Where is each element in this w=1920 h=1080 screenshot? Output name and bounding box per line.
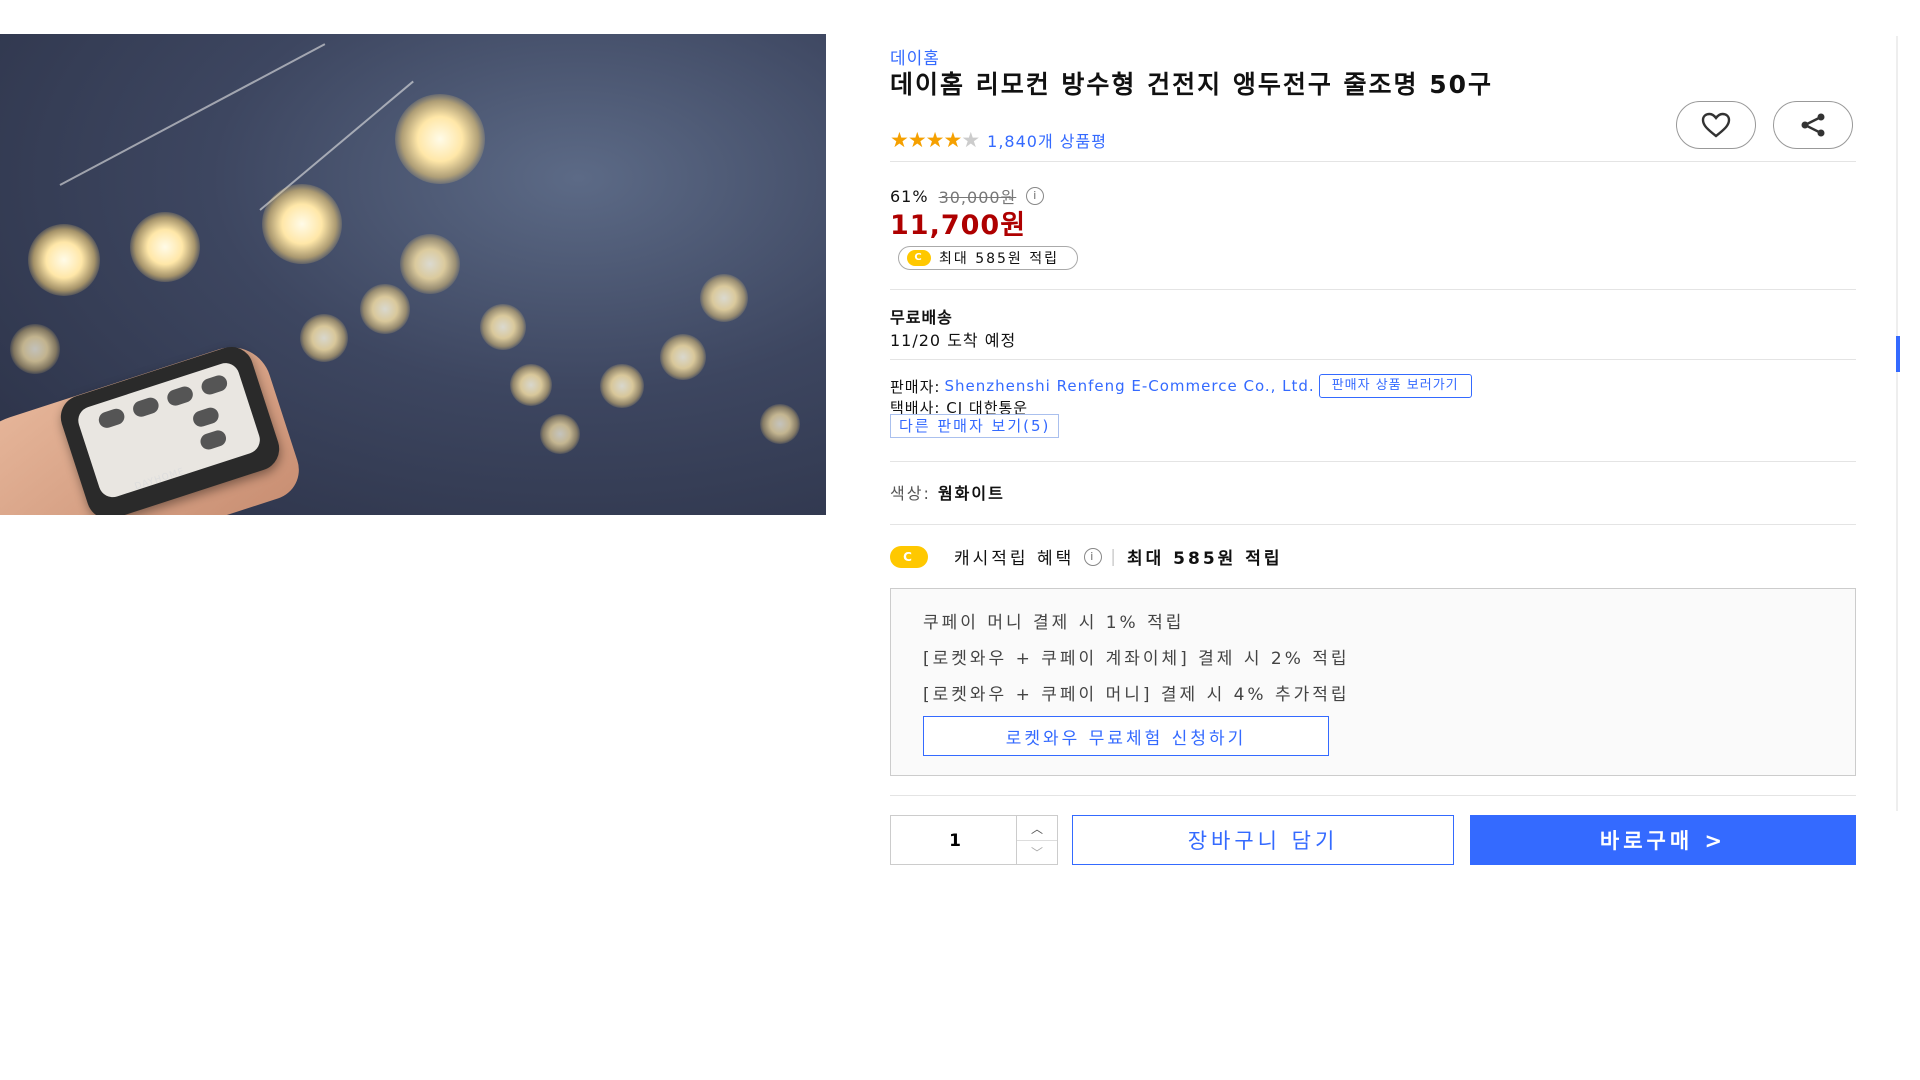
other-sellers-button[interactable]: 다른 판매자 보기(5) <box>890 414 1060 438</box>
bulb <box>700 274 748 322</box>
shipping-type: 무료배송 <box>890 308 953 327</box>
cash-reward-badge: C 최대 585원 적립 <box>898 246 1079 270</box>
rating: ★★★★★ 1,840개 상품평 <box>890 128 1107 152</box>
cash-coin-icon: C <box>890 545 928 568</box>
product-title: 데이홈 리모컨 방수형 건전지 앵두전구 줄조명 50구 <box>890 70 1494 99</box>
benefit-line: 쿠페이 머니 결제 시 1% 적립 <box>923 613 1185 633</box>
separator: | <box>1110 546 1119 567</box>
bulb <box>395 94 485 184</box>
benefit-line: [로켓와우 + 쿠페이 머니] 결제 시 4% 추가적립 <box>923 685 1350 705</box>
review-count-link[interactable]: 1,840개 상품평 <box>987 128 1107 152</box>
rocket-wow-trial-button[interactable]: 로켓와우 무료체험 신청하기 <box>923 716 1329 756</box>
bulb <box>130 212 200 282</box>
brand-link[interactable]: 데이홈 <box>890 44 940 69</box>
add-to-cart-button[interactable]: 장바구니 담기 <box>1072 815 1454 865</box>
bulb <box>510 364 552 406</box>
cash-benefit-max: 최대 585원 적립 <box>1126 549 1283 569</box>
seller-row: 판매자: Shenzhenshi Renfeng E-Commerce Co.,… <box>890 374 1472 398</box>
divider <box>890 289 1856 290</box>
buy-now-button[interactable]: 바로구매 > <box>1470 815 1856 865</box>
divider <box>890 161 1856 162</box>
arrival-date: 11/20 도착 예정 <box>890 331 1017 350</box>
scrollbar-track[interactable] <box>1896 36 1898 811</box>
heart-icon <box>1701 112 1731 138</box>
star-rating: ★★★★★ <box>890 128 980 152</box>
cash-reward-text: 최대 585원 적립 <box>939 251 1060 267</box>
quantity-stepper: ︿ ﹀ <box>890 815 1058 866</box>
divider <box>890 461 1856 462</box>
share-icon <box>1801 113 1825 137</box>
product-image: DAYHOME <box>0 34 826 515</box>
chevron-down-icon: ﹀ <box>1030 845 1043 860</box>
info-icon[interactable]: i <box>1084 547 1103 566</box>
bulb <box>760 404 800 444</box>
bulb <box>540 414 580 454</box>
benefit-line: [로켓와우 + 쿠페이 계좌이체] 결제 시 2% 적립 <box>923 649 1350 669</box>
quantity-decrease-button[interactable]: ﹀ <box>1016 840 1057 864</box>
wishlist-button[interactable] <box>1676 101 1756 149</box>
scrollbar-thumb[interactable] <box>1896 336 1900 372</box>
quantity-input[interactable] <box>891 816 1019 866</box>
bulb <box>600 364 644 408</box>
bulb <box>28 224 100 296</box>
seller-name-link[interactable]: Shenzhenshi Renfeng E-Commerce Co., Ltd. <box>944 377 1314 395</box>
color-option: 색상: 웜화이트 <box>890 480 1005 504</box>
seller-label: 판매자: <box>890 377 941 396</box>
bulb <box>660 334 706 380</box>
bulb <box>400 234 460 294</box>
bulb <box>360 284 410 334</box>
divider <box>890 524 1856 525</box>
bulb <box>480 304 526 350</box>
color-value: 웜화이트 <box>937 484 1005 503</box>
quantity-increase-button[interactable]: ︿ <box>1016 816 1057 841</box>
sale-price: 11,700원 <box>890 210 1027 241</box>
cash-benefit-row: C 캐시적립 혜택 i | 최대 585원 적립 <box>890 544 1283 569</box>
bulb <box>10 324 60 374</box>
cash-benefit-box: 쿠페이 머니 결제 시 1% 적립 [로켓와우 + 쿠페이 계좌이체] 결제 시… <box>890 588 1856 776</box>
divider <box>890 795 1856 796</box>
cash-benefit-title: 캐시적립 혜택 <box>954 549 1075 569</box>
share-button[interactable] <box>1773 101 1853 149</box>
info-icon[interactable]: i <box>1026 187 1045 205</box>
cash-coin-icon: C <box>907 250 931 266</box>
bulb <box>262 184 342 264</box>
bulb <box>300 314 348 362</box>
divider <box>890 359 1856 360</box>
seller-store-button[interactable]: 판매자 상품 보러가기 <box>1318 374 1472 398</box>
color-label: 색상: <box>890 484 931 503</box>
wire <box>59 43 326 186</box>
chevron-up-icon: ︿ <box>1030 821 1043 836</box>
